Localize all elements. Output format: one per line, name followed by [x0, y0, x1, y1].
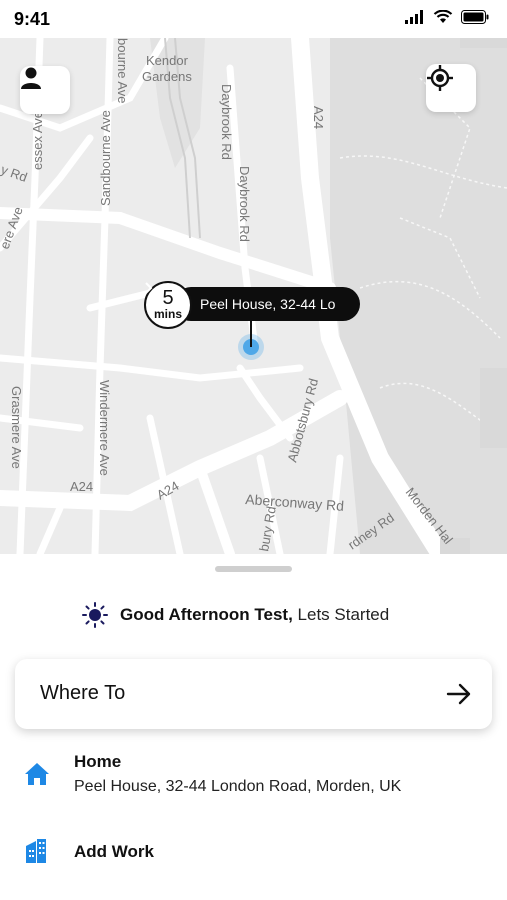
- battery-icon: [461, 10, 489, 24]
- map-label: essex Ave: [30, 111, 45, 170]
- status-icons: [405, 10, 489, 24]
- map-label: Aberconway Rd: [245, 491, 345, 514]
- profile-button[interactable]: [20, 66, 70, 114]
- map-label: bourne Ave: [115, 38, 130, 104]
- map-label: Grasmere Ave: [9, 386, 24, 469]
- signal-icon: [405, 10, 423, 24]
- person-icon: [21, 67, 41, 89]
- place-address: Peel House, 32-44 London Road, Morden, U…: [74, 778, 402, 795]
- saved-place-home[interactable]: Home Peel House, 32-44 London Road, Mord…: [0, 750, 507, 806]
- where-to-label: Where To: [40, 682, 126, 704]
- pin-stem: [250, 321, 252, 347]
- bottom-sheet: Good Afternoon Test, Lets Started Where …: [0, 554, 507, 900]
- greeting-bold: Good Afternoon Test,: [120, 605, 293, 624]
- greeting-rest: Lets Started: [292, 605, 390, 624]
- home-icon: [25, 763, 49, 785]
- map-label: Gardens: [142, 69, 192, 84]
- arrow-right-icon: [446, 683, 471, 705]
- map-label: Sandbourne Ave: [98, 110, 113, 206]
- chevron-right-icon: [145, 282, 153, 294]
- wifi-icon: [433, 10, 453, 23]
- greeting: Good Afternoon Test, Lets Started: [82, 602, 389, 628]
- crosshair-icon: [427, 65, 453, 91]
- recenter-location-button[interactable]: [426, 64, 476, 112]
- map-label: Kendor: [146, 53, 189, 68]
- map-label: Daybrook Rd: [219, 84, 234, 160]
- map-label: A24: [311, 106, 326, 129]
- saved-place-add-work[interactable]: Add Work: [0, 838, 507, 878]
- pickup-address-label[interactable]: Peel House, 32-44 Lo: [174, 287, 360, 321]
- status-time: 9:41: [14, 9, 51, 29]
- map-label: Windermere Ave: [97, 380, 112, 476]
- sun-icon: [82, 602, 108, 628]
- sheet-drag-handle[interactable]: [215, 566, 292, 572]
- map-view[interactable]: Kendor Gardens Daybrook Rd Daybrook Rd A…: [0, 38, 507, 554]
- map-label: A24: [70, 479, 93, 494]
- status-bar: 9:41: [0, 0, 507, 38]
- eta-unit: mins: [153, 307, 182, 321]
- where-to-search[interactable]: Where To: [15, 659, 492, 729]
- map-label: Daybrook Rd: [237, 166, 252, 242]
- map-label: y Rd: [0, 162, 29, 185]
- work-building-icon: [26, 839, 46, 863]
- place-title: Home: [74, 752, 122, 771]
- place-title: Add Work: [74, 842, 154, 861]
